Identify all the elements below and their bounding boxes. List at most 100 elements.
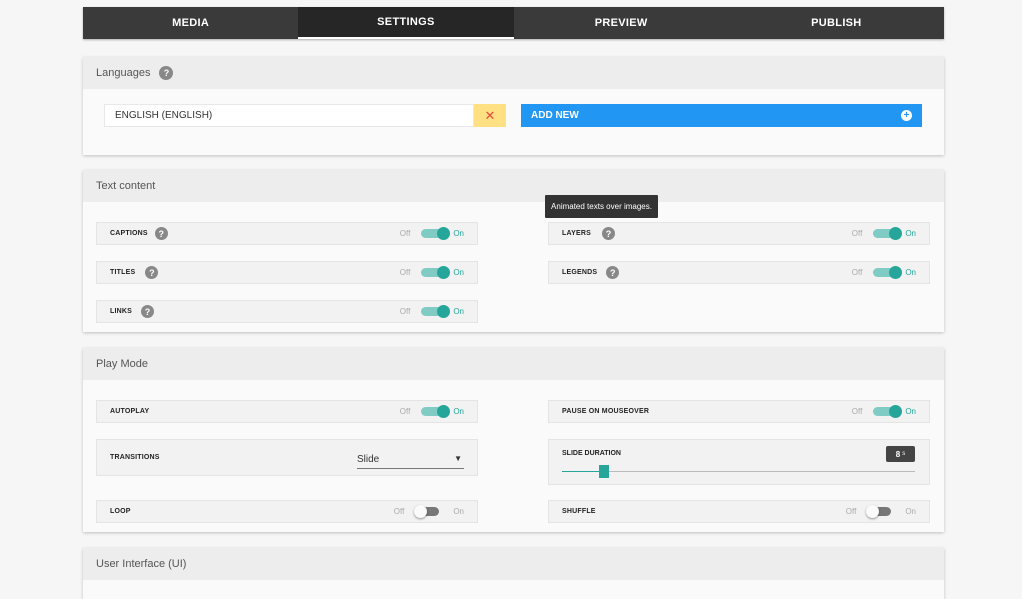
slide-duration-value: 8 s [886,446,915,462]
tab-settings[interactable]: SETTINGS [298,7,514,39]
toggle-on-label: On [905,407,916,416]
legends-row: LEGENDS ? Off On [548,261,930,284]
slide-duration-number: 8 [895,449,901,459]
toggle-on-label: On [905,507,916,516]
add-language-label: ADD NEW [531,110,579,121]
autoplay-label: AUTOPLAY [110,408,150,415]
remove-language-button[interactable]: ✕ [474,104,506,127]
titles-toggle[interactable]: Off On [400,262,464,283]
slide-duration-unit: s [902,451,906,457]
toggle-knob[interactable] [866,505,880,518]
caret-down-icon: ▼ [454,454,462,463]
pause-on-mouseover-label: PAUSE ON MOUSEOVER [562,408,650,415]
toggle-knob[interactable] [414,505,428,518]
toggle-off-label: Off [845,507,857,516]
play-mode-panel: Play Mode AUTOPLAY Off On PAUSE ON MOUSE… [83,348,944,532]
toggle-track[interactable] [421,405,451,418]
toggle-off-label: Off [851,407,863,416]
shuffle-toggle[interactable]: Off On [846,501,916,522]
legends-label: LEGENDS [562,269,598,276]
tab-publish[interactable]: PUBLISH [729,7,944,39]
transitions-select[interactable]: Slide ▼ [357,450,464,469]
toggle-track[interactable] [873,227,903,240]
language-field[interactable]: ENGLISH (ENGLISH) [104,104,474,127]
pause-on-mouseover-row: PAUSE ON MOUSEOVER Off On [548,400,930,423]
toggle-track[interactable] [421,227,451,240]
play-mode-title: Play Mode [96,358,148,370]
captions-label: CAPTIONS [110,230,148,237]
toggle-track[interactable] [866,505,892,518]
slide-duration-label: SLIDE DURATION [562,450,621,457]
plus-circle-icon: + [901,110,912,121]
help-icon[interactable]: ? [145,266,159,279]
toggle-track[interactable] [873,405,903,418]
close-icon: ✕ [484,107,496,123]
text-content-header: Text content [83,170,944,202]
legends-toggle[interactable]: Off On [852,262,916,283]
pause-on-mouseover-toggle[interactable]: Off On [852,401,916,422]
toggle-on-label: On [453,229,464,238]
toggle-on-label: On [453,507,464,516]
tab-media[interactable]: MEDIA [83,7,298,39]
transitions-row: TRANSITIONS Slide ▼ [96,439,478,476]
toggle-knob[interactable] [437,405,451,418]
toggle-on-label: On [905,229,916,238]
toggle-off-label: Off [399,407,411,416]
toggle-track[interactable] [873,266,903,279]
titles-label: TITLES [110,269,136,276]
toggle-knob[interactable] [437,266,451,279]
captions-toggle[interactable]: Off On [400,223,464,244]
slider-fill [562,471,605,472]
toggle-off-label: Off [393,507,405,516]
help-icon[interactable]: ? [141,305,154,318]
toggle-off-label: Off [399,229,411,238]
layers-toggle[interactable]: Off On [852,223,916,244]
links-row: LINKS ? Off On [96,300,478,323]
languages-header: Languages ? [83,57,944,89]
transitions-value: Slide [357,453,380,465]
languages-panel: Languages ? ENGLISH (ENGLISH) ✕ ADD NEW … [83,57,944,155]
toggle-on-label: On [453,268,464,277]
user-interface-panel: User Interface (UI) [83,548,944,599]
toggle-off-label: Off [399,268,411,277]
loop-label: LOOP [110,508,131,515]
toggle-track[interactable] [414,505,440,518]
toggle-on-label: On [453,407,464,416]
toggle-knob[interactable] [889,227,903,240]
help-icon[interactable]: ? [159,66,174,80]
text-content-panel: Text content CAPTIONS ? Off On LAYERS ? … [83,170,944,332]
loop-toggle[interactable]: Off On [394,501,464,522]
user-interface-title: User Interface (UI) [96,558,187,570]
slide-duration-row: SLIDE DURATION 8 s [548,439,930,485]
captions-row: CAPTIONS ? Off On [96,222,478,245]
transitions-label: TRANSITIONS [110,454,160,461]
help-icon[interactable]: ? [606,266,620,279]
help-icon[interactable]: ? [154,227,168,240]
main-tab-bar: MEDIA SETTINGS PREVIEW PUBLISH [83,7,944,39]
toggle-on-label: On [905,268,916,277]
autoplay-toggle[interactable]: Off On [400,401,464,422]
toggle-knob[interactable] [889,266,903,279]
user-interface-header: User Interface (UI) [83,548,944,580]
toggle-knob[interactable] [437,305,451,318]
slider-thumb[interactable] [599,465,610,478]
autoplay-row: AUTOPLAY Off On [96,400,478,423]
toggle-knob[interactable] [437,227,451,240]
help-icon[interactable]: ? [601,227,615,240]
text-content-title: Text content [96,180,156,192]
shuffle-row: SHUFFLE Off On [548,500,930,523]
slide-duration-slider[interactable] [562,465,915,478]
languages-title: Languages [96,67,151,79]
toggle-off-label: Off [851,268,863,277]
toggle-knob[interactable] [889,405,903,418]
toggle-off-label: Off [399,307,411,316]
toggle-track[interactable] [421,266,451,279]
toggle-track[interactable] [421,305,451,318]
shuffle-label: SHUFFLE [562,508,596,515]
add-language-button[interactable]: ADD NEW + [521,104,922,127]
tab-preview[interactable]: PREVIEW [514,7,729,39]
loop-row: LOOP Off On [96,500,478,523]
layers-label: LAYERS [562,230,591,237]
play-mode-header: Play Mode [83,348,944,380]
links-toggle[interactable]: Off On [400,301,464,322]
